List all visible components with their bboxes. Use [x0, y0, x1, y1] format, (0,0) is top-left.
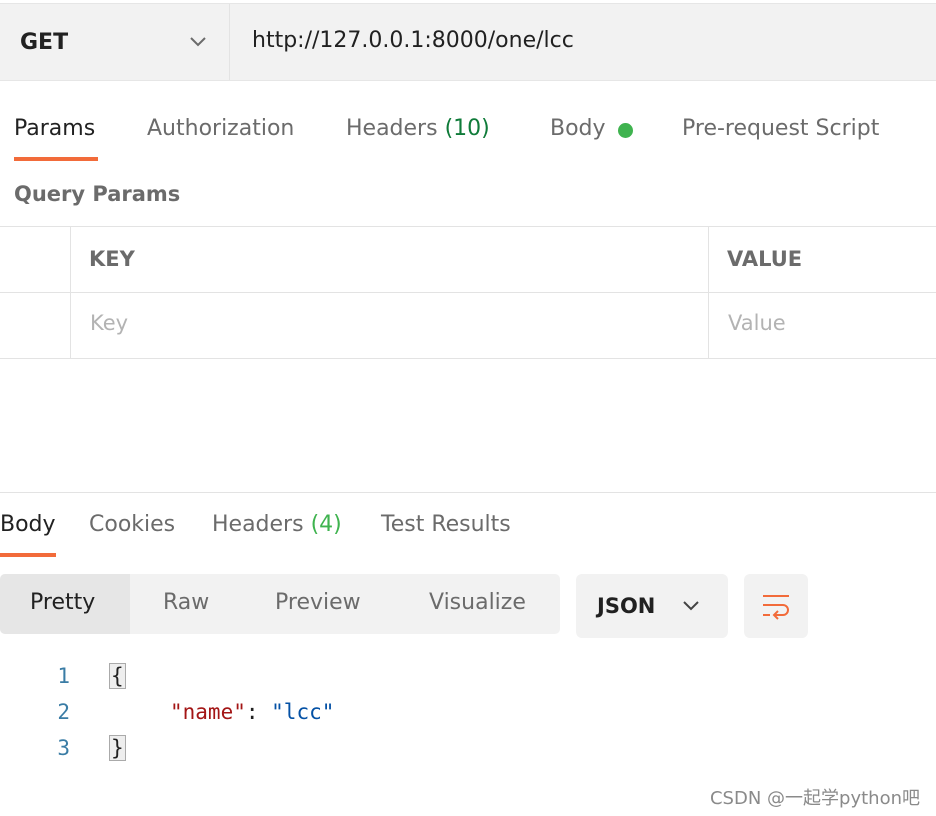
chevron-down-icon	[683, 601, 699, 611]
active-response-tab-indicator	[0, 553, 56, 557]
view-mode-visualize[interactable]: Visualize	[429, 590, 526, 615]
tab-body[interactable]: Body	[550, 116, 606, 141]
json-colon: :	[245, 700, 272, 724]
tab-pre-request-script[interactable]: Pre-request Script	[682, 116, 879, 141]
view-mode-raw[interactable]: Raw	[163, 590, 209, 615]
tab-authorization-label: Authorization	[147, 116, 295, 141]
open-brace: {	[109, 663, 126, 689]
line-number: 2	[57, 700, 70, 724]
wrap-lines-button[interactable]	[744, 574, 808, 638]
divider	[0, 358, 936, 359]
divider	[0, 226, 936, 227]
key-input[interactable]: Key	[90, 311, 128, 335]
response-tab-body[interactable]: Body	[0, 512, 56, 537]
divider	[708, 226, 709, 359]
tab-params-label: Params	[14, 116, 96, 141]
code-line-3: }	[109, 735, 126, 761]
column-header-key: KEY	[89, 247, 135, 271]
method-label: GET	[20, 30, 69, 55]
query-params-title: Query Params	[14, 182, 181, 206]
response-tab-body-label: Body	[0, 512, 56, 537]
close-brace: }	[109, 735, 126, 761]
view-mode-pretty[interactable]: Pretty	[30, 590, 95, 615]
code-line-2: "name": "lcc"	[170, 700, 334, 724]
response-tab-cookies[interactable]: Cookies	[89, 512, 175, 537]
tab-body-label: Body	[550, 116, 606, 141]
divider	[70, 226, 71, 359]
active-tab-indicator	[14, 157, 98, 161]
value-input[interactable]: Value	[728, 311, 786, 335]
tab-pre-request-script-label: Pre-request Script	[682, 116, 880, 141]
code-line-1: {	[109, 663, 126, 689]
column-header-value: VALUE	[727, 247, 803, 271]
method-selector[interactable]: GET	[0, 4, 230, 80]
chevron-down-icon	[190, 37, 206, 47]
json-key: "name"	[170, 700, 246, 724]
response-tab-test-results-label: Test Results	[381, 512, 511, 537]
headers-count: (10)	[444, 116, 490, 141]
response-headers-count: (4)	[310, 512, 342, 537]
line-number: 3	[57, 736, 70, 760]
request-bar: GET http://127.0.0.1:8000/one/lcc	[0, 3, 936, 81]
format-label: JSON	[597, 594, 656, 618]
url-input[interactable]: http://127.0.0.1:8000/one/lcc	[252, 28, 574, 53]
response-tab-cookies-label: Cookies	[89, 512, 176, 537]
watermark: CSDN @一起学python吧	[709, 788, 920, 809]
response-divider	[0, 492, 936, 493]
tab-headers-label: Headers	[346, 116, 438, 141]
line-number: 1	[57, 664, 70, 688]
tab-headers[interactable]: Headers (10)	[346, 116, 490, 141]
divider	[0, 292, 936, 293]
response-tab-test-results[interactable]: Test Results	[381, 512, 511, 537]
wrap-lines-icon	[763, 595, 789, 620]
tab-authorization[interactable]: Authorization	[147, 116, 294, 141]
response-tab-headers[interactable]: Headers (4)	[212, 512, 342, 537]
view-mode-preview[interactable]: Preview	[275, 590, 361, 615]
body-status-dot	[618, 123, 633, 138]
tab-params[interactable]: Params	[14, 116, 95, 141]
json-value: "lcc"	[271, 700, 335, 724]
response-tab-headers-label: Headers	[212, 512, 304, 537]
